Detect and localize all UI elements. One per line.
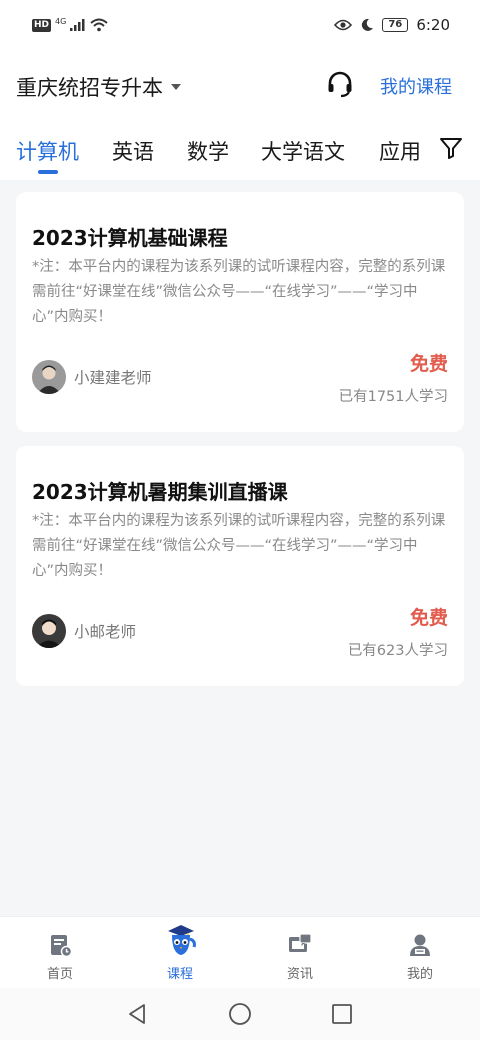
home-icon bbox=[51, 935, 72, 957]
teacher-info: 小建建老师 bbox=[32, 360, 152, 394]
nav-home[interactable]: 首页 bbox=[0, 917, 120, 989]
tab-chinese[interactable]: 大学语文 bbox=[261, 136, 345, 166]
nav-label: 首页 bbox=[46, 967, 73, 982]
teacher-info: 小邮老师 bbox=[32, 614, 136, 648]
news-icon bbox=[289, 933, 312, 952]
teacher-avatar bbox=[32, 614, 66, 648]
nav-news[interactable]: 资讯 bbox=[240, 917, 360, 989]
wifi-icon bbox=[90, 18, 108, 32]
tab-applied[interactable]: 应用 bbox=[379, 136, 421, 166]
course-note: *注：本平台内的课程为该系列课的试听课程内容，完整的系列课需前往“好课堂在线”微… bbox=[32, 513, 446, 579]
eye-icon bbox=[334, 19, 353, 31]
nav-label: 课程 bbox=[166, 967, 193, 982]
course-card[interactable]: 2023计算机暑期集训直播课 *注：本平台内的课程为该系列课的试听课程内容，完整… bbox=[16, 446, 464, 686]
nav-profile[interactable]: 我的 bbox=[360, 917, 480, 989]
region-label: 重庆统招专升本 bbox=[16, 76, 163, 100]
nav-label: 资讯 bbox=[286, 967, 313, 982]
teacher-name: 小邮老师 bbox=[74, 623, 137, 641]
tab-math[interactable]: 数学 bbox=[187, 136, 229, 166]
battery-indicator: 76 bbox=[382, 18, 409, 32]
back-icon[interactable] bbox=[126, 1002, 150, 1026]
signal-icon bbox=[70, 19, 85, 31]
status-bar: HD 4G 76 6:20 bbox=[0, 0, 480, 52]
course-price: 免费 bbox=[409, 353, 448, 375]
profile-icon bbox=[410, 934, 430, 956]
moon-icon bbox=[362, 18, 374, 31]
tab-computer[interactable]: 计算机 bbox=[16, 136, 79, 166]
course-title: 2023计算机暑期集训直播课 bbox=[32, 480, 288, 504]
clock: 6:20 bbox=[416, 16, 450, 34]
teacher-avatar bbox=[32, 360, 66, 394]
course-mascot-icon bbox=[168, 925, 196, 955]
status-right: 76 6:20 bbox=[334, 16, 450, 34]
bottom-nav: 首页 课程 资讯 我的 bbox=[0, 916, 480, 988]
course-title: 2023计算机基础课程 bbox=[32, 226, 228, 250]
learner-count: 已有623人学习 bbox=[347, 643, 448, 659]
recents-icon[interactable] bbox=[330, 1002, 354, 1026]
caret-down-icon bbox=[171, 84, 181, 90]
status-left: HD 4G bbox=[32, 18, 108, 32]
region-selector[interactable]: 重庆统招专升本 bbox=[16, 72, 181, 102]
learner-count: 已有1751人学习 bbox=[338, 389, 448, 405]
teacher-name: 小建建老师 bbox=[74, 369, 152, 387]
course-card[interactable]: 2023计算机基础课程 *注：本平台内的课程为该系列课的试听课程内容，完整的系列… bbox=[16, 192, 464, 432]
app-header: 重庆统招专升本 我的课程 bbox=[0, 52, 480, 116]
network-type: 4G bbox=[55, 17, 67, 26]
avatar-photo-icon bbox=[32, 360, 66, 394]
system-nav-bar bbox=[0, 988, 480, 1040]
my-courses-link[interactable]: 我的课程 bbox=[380, 73, 452, 99]
tab-english[interactable]: 英语 bbox=[112, 136, 154, 166]
filter-icon[interactable] bbox=[439, 136, 463, 160]
active-tab-indicator bbox=[38, 170, 58, 174]
course-note: *注：本平台内的课程为该系列课的试听课程内容，完整的系列课需前往“好课堂在线”微… bbox=[32, 259, 446, 325]
avatar-photo-icon bbox=[32, 614, 66, 648]
headset-icon[interactable] bbox=[326, 70, 354, 98]
hd-badge: HD bbox=[32, 18, 52, 32]
nav-courses[interactable]: 课程 bbox=[120, 917, 240, 989]
category-tabs: 计算机 英语 数学 大学语文 应用 bbox=[0, 116, 480, 180]
nav-label: 我的 bbox=[406, 967, 433, 982]
home-circle-icon[interactable] bbox=[228, 1002, 252, 1026]
course-price: 免费 bbox=[409, 607, 448, 629]
